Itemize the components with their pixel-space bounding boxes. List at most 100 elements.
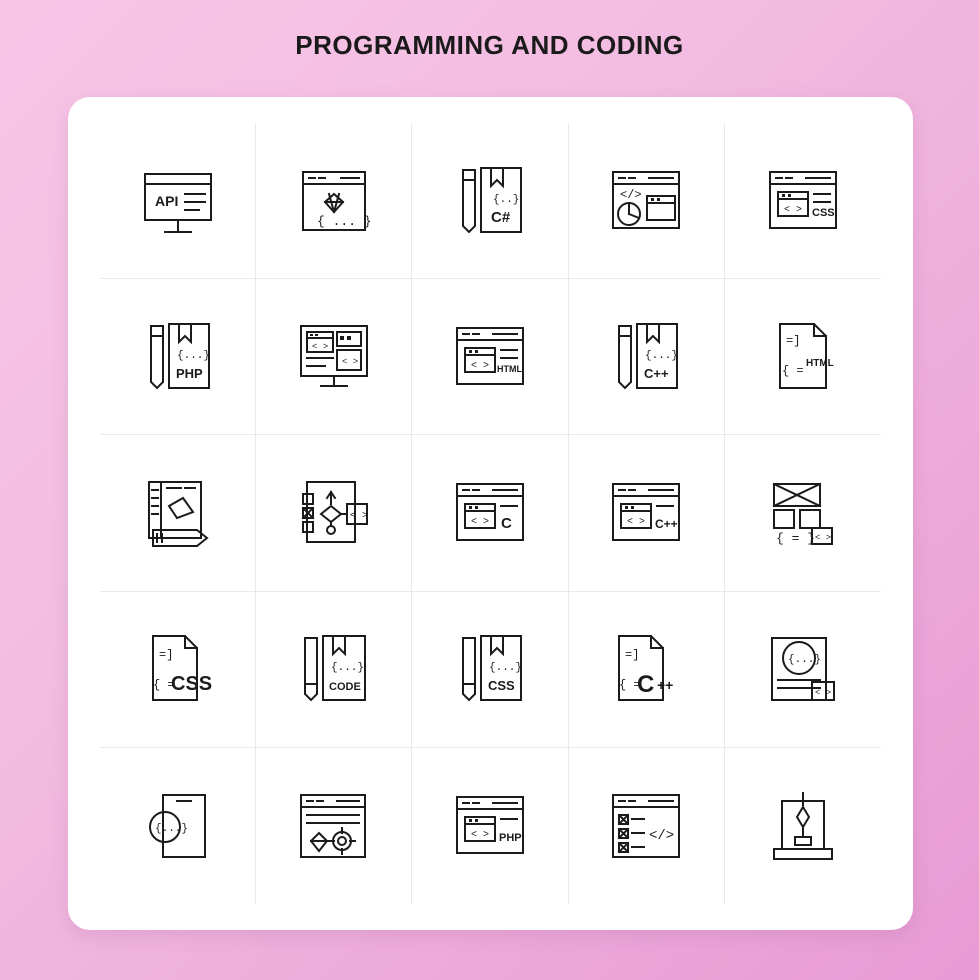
code-arrows-label: < > (471, 361, 489, 372)
php-file-pencil-icon[interactable]: {...} PHP (123, 302, 233, 412)
grid-cell[interactable]: </> (569, 747, 725, 904)
design-layout-pencil-icon[interactable] (123, 458, 233, 568)
cplusplus-document-icon[interactable]: =] { = C ++ (591, 614, 701, 724)
cplusplus-document-glyph: =] { = C ++ (591, 614, 674, 724)
grid-cell[interactable]: =] { = C ++ (568, 591, 725, 748)
code-arrows-label: < > (350, 511, 368, 522)
c-label: C (637, 671, 654, 698)
css-label: CSS (488, 678, 515, 693)
grid-cell[interactable]: {...} CODE (256, 591, 413, 748)
browser-code-chart-glyph: </> (591, 146, 701, 256)
design-layout-pencil-glyph (123, 458, 233, 568)
php-label: PHP (176, 366, 203, 381)
grid-cell[interactable]: =] { = CSS (100, 591, 257, 748)
code-bracket-label: =] (159, 648, 173, 662)
html-browser-glyph: < > HTML (435, 302, 545, 412)
desktop-code-windows-glyph: < > < > (279, 302, 389, 412)
braces-label: { ... } (317, 214, 372, 229)
code-arrows-label: < > (342, 357, 358, 367)
browser-diamond-code-glyph: { ... } (279, 146, 372, 256)
grid-cell[interactable]: < > (256, 435, 413, 592)
grid-cell[interactable]: {...} < > (724, 592, 881, 748)
grid-cell[interactable]: </> (568, 123, 725, 280)
code-page-window-icon[interactable]: {...} < > (748, 614, 858, 724)
cplusplus-file-pencil-icon[interactable]: {...} C++ (591, 302, 701, 412)
php-file-pencil-glyph: {...} PHP (123, 302, 210, 412)
code-arrows-label: < > (815, 688, 831, 698)
code-tag-label: </> (620, 188, 642, 202)
browser-diamond-gear-glyph (279, 771, 389, 881)
grid-cell[interactable] (725, 748, 881, 904)
css-file-pencil-icon[interactable]: {...} CSS (435, 614, 545, 724)
cplusplus-browser-icon[interactable]: < > C++ (591, 458, 701, 568)
flowchart-device-icon[interactable]: < > (279, 458, 389, 568)
braces-label: {...} (788, 654, 821, 666)
api-monitor-icon[interactable]: API (123, 146, 233, 256)
icon-card: API {...} {..} C# </> < > CSS {...} PH… (68, 97, 913, 930)
code-file-pencil-icon[interactable]: {...} CODE (279, 614, 389, 724)
html-browser-icon[interactable]: < > HTML (435, 302, 545, 412)
code-arrows-label: < > (471, 517, 489, 528)
browser-diamond-code-icon[interactable]: { ... } (279, 146, 389, 256)
grid-cell[interactable] (256, 747, 413, 904)
css-label: CSS (812, 207, 835, 219)
html-document-icon[interactable]: =] { = HTML (748, 302, 858, 412)
grid-cell[interactable]: {...} PHP (100, 279, 257, 436)
grid-cell[interactable]: < > PHP (412, 747, 569, 904)
code-tag-label: </> (649, 828, 674, 844)
css-document-icon[interactable]: =] { = CSS (123, 614, 233, 724)
html-label: HTML (497, 364, 522, 374)
html-label: HTML (806, 358, 834, 369)
php-browser-icon[interactable]: < > PHP (435, 771, 545, 881)
grid-cell[interactable]: API (100, 123, 257, 280)
cplusplus-file-pencil-glyph: {...} C++ (591, 302, 678, 412)
code-label: CODE (329, 681, 361, 693)
api-monitor-glyph: API (123, 146, 233, 256)
css-browser-glyph: < > CSS (748, 146, 858, 256)
code-arrows-label: < > (784, 205, 802, 216)
braces-label: {...} (489, 662, 522, 674)
csharp-label: C# (491, 209, 511, 226)
grid-cell[interactable] (100, 435, 257, 592)
grid-cell[interactable]: {...} C++ (568, 279, 725, 436)
cplusplus-label: C++ (655, 517, 678, 531)
code-bracket-label: =] (625, 648, 639, 662)
braces-label: {...} (177, 350, 210, 362)
grid-cell[interactable]: { = } < > (724, 435, 881, 592)
code-bracket-label: { = (782, 364, 804, 378)
browser-diamond-gear-icon[interactable] (279, 771, 389, 881)
grid-cell[interactable]: {...} CSS (412, 591, 569, 748)
braces-label: {...} (155, 823, 188, 835)
grid-cell[interactable]: < > < > (256, 279, 413, 436)
wireframe-blocks-code-glyph: { = } < > (748, 458, 858, 546)
grid-cell[interactable]: {...} (100, 747, 257, 904)
icon-set-page: PROGRAMMING AND CODING API {...} {..} … (0, 0, 979, 980)
code-arrows-label: < > (471, 830, 489, 841)
grid-cell[interactable]: < > C++ (568, 435, 725, 592)
css-file-pencil-glyph: {...} CSS (435, 614, 522, 724)
grid-cell[interactable]: < > HTML (412, 279, 569, 436)
desktop-code-windows-icon[interactable]: < > < > (279, 302, 389, 412)
grid-cell[interactable]: =] { = HTML (724, 279, 881, 436)
page-title: PROGRAMMING AND CODING (295, 30, 684, 60)
grid-cell[interactable]: {..} C# (412, 123, 569, 280)
code-arrows-label: < > (815, 533, 831, 543)
c-browser-icon[interactable]: < > C (435, 458, 545, 568)
c-label: C (501, 515, 512, 532)
wireframe-blocks-code-icon[interactable]: { = } < > (748, 458, 858, 568)
code-page-window-glyph: {...} < > (748, 614, 858, 724)
code-checklist-browser-icon[interactable]: </> (591, 771, 701, 881)
testing-device-icon[interactable] (748, 771, 858, 881)
flowchart-device-glyph: < > (279, 458, 368, 568)
cplusplus-label: C++ (644, 366, 669, 381)
browser-code-chart-icon[interactable]: </> (591, 146, 701, 256)
code-arrows-label: < > (627, 517, 645, 528)
grid-cell[interactable]: < > C (412, 435, 569, 592)
html-document-glyph: =] { = HTML (748, 302, 834, 412)
css-document-glyph: =] { = CSS (123, 614, 212, 724)
grid-cell[interactable]: < > CSS (724, 123, 881, 280)
grid-cell[interactable]: { ... } (256, 123, 413, 280)
css-browser-icon[interactable]: < > CSS (748, 146, 858, 256)
mobile-code-search-icon[interactable]: {...} (123, 771, 233, 881)
csharp-file-pencil-icon[interactable]: {..} C# (435, 146, 545, 256)
